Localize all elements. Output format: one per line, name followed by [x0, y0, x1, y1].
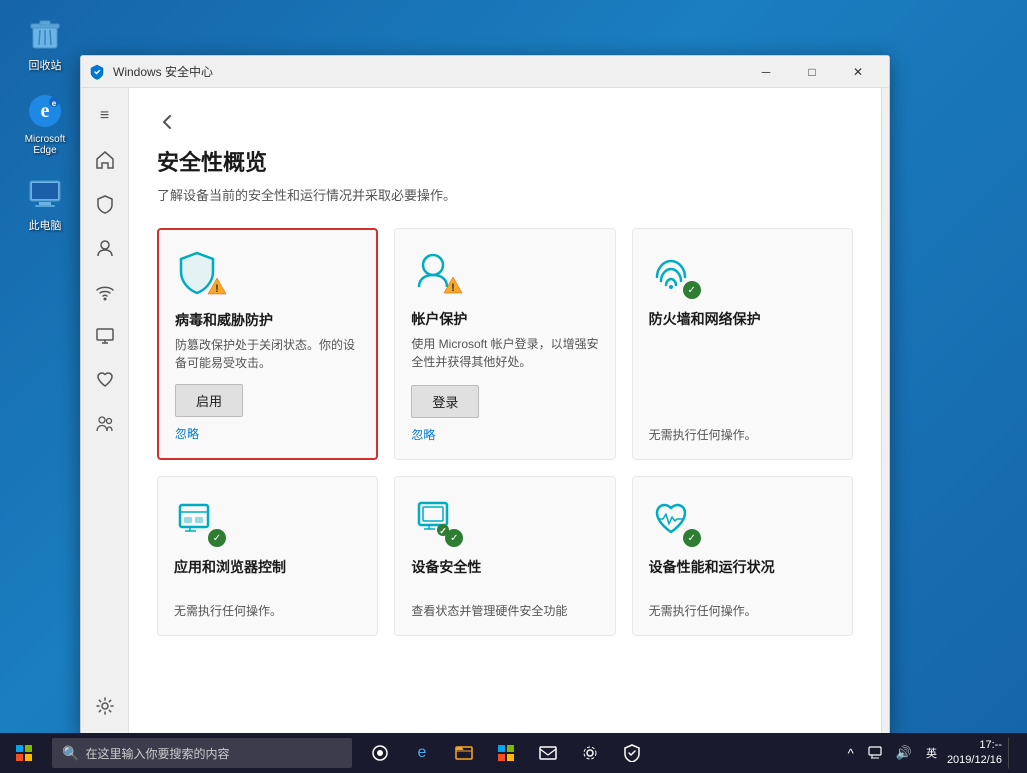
virus-protection-desc: 防篡改保护处于关闭状态。你的设备可能易受攻击。: [175, 336, 360, 372]
device-performance-icon-area: ✓: [649, 497, 697, 545]
svg-text:!: !: [215, 283, 219, 295]
firewall-status: 无需执行任何操作。: [649, 418, 836, 443]
device-performance-status: 无需执行任何操作。: [649, 594, 836, 619]
tray-clock: 17:-- 2019/12/16: [947, 738, 1002, 769]
app-browser-icon-area: ✓: [174, 497, 222, 545]
tray-language[interactable]: 英: [922, 743, 941, 763]
account-protection-card: ! 帐户保护 使用 Microsoft 帐户登录，以增强安全性并获得其他好处。 …: [394, 228, 615, 460]
taskbar-explorer-button[interactable]: [444, 733, 484, 773]
svg-text:e: e: [52, 99, 57, 108]
taskbar: 🔍 在这里输入你要搜索的内容 e: [0, 733, 1027, 773]
app-browser-card: ✓ 应用和浏览器控制 无需执行任何操作。: [157, 476, 378, 636]
account-warning-badge: !: [443, 276, 463, 299]
window-scrollbar[interactable]: [881, 88, 889, 734]
firewall-icon-area: ✓: [649, 249, 697, 297]
search-icon: 🔍: [62, 745, 79, 762]
taskbar-tray: ^ 🔊 英 17:-- 2019/12/16: [844, 737, 1027, 769]
page-title: 安全性概览: [157, 145, 853, 177]
enable-button[interactable]: 启用: [175, 384, 243, 417]
desktop: 回收站 e e MicrosoftEdge: [0, 0, 1027, 773]
computer-label: 此电脑: [29, 217, 62, 233]
app-browser-ok-badge: ✓: [208, 529, 226, 547]
tray-network[interactable]: [864, 744, 886, 762]
edge-icon[interactable]: e e MicrosoftEdge: [10, 87, 80, 160]
device-security-ok-badge: ✓: [445, 529, 463, 547]
account-protection-icon-area: !: [411, 249, 459, 297]
page-subtitle: 了解设备当前的安全性和运行情况并采取必要操作。: [157, 185, 853, 204]
cards-grid: ! 病毒和威胁防护 防篡改保护处于关闭状态。你的设备可能易受攻击。 启用 忽略: [157, 228, 853, 636]
taskbar-settings-button[interactable]: [570, 733, 610, 773]
security-center-window: Windows 安全中心 ─ □ ✕ ≡: [80, 55, 890, 735]
app-browser-status: 无需执行任何操作。: [174, 594, 361, 619]
menu-icon[interactable]: ≡: [85, 96, 125, 136]
account-protection-desc: 使用 Microsoft 帐户登录，以增强安全性并获得其他好处。: [411, 335, 598, 373]
svg-text:e: e: [41, 100, 50, 122]
virus-ignore-link[interactable]: 忽略: [175, 425, 360, 442]
device-performance-title: 设备性能和运行状况: [649, 557, 836, 577]
window-controls: ─ □ ✕: [743, 56, 881, 88]
recycle-bin-label: 回收站: [29, 57, 62, 73]
window-body: ≡: [81, 88, 889, 734]
heart-nav-icon[interactable]: [85, 360, 125, 400]
firewall-title: 防火墙和网络保护: [649, 309, 836, 329]
taskbar-edge-button[interactable]: e: [402, 733, 442, 773]
window-title: Windows 安全中心: [113, 63, 743, 80]
taskbar-mail-button[interactable]: [528, 733, 568, 773]
maximize-button[interactable]: □: [789, 56, 835, 88]
device-performance-ok-badge: ✓: [683, 529, 701, 547]
firewall-card: ✓ 防火墙和网络保护 无需执行任何操作。: [632, 228, 853, 460]
taskbar-apps: e: [360, 733, 652, 773]
home-nav-icon[interactable]: [85, 140, 125, 180]
virus-protection-icon-area: !: [175, 250, 223, 298]
my-computer-icon[interactable]: 此电脑: [10, 170, 80, 237]
firewall-ok-badge: ✓: [683, 281, 701, 299]
tray-clock-area[interactable]: 17:-- 2019/12/16: [947, 738, 1002, 769]
task-view-button[interactable]: [360, 733, 400, 773]
device-security-icon-area: ✓ ✓: [411, 497, 459, 545]
account-protection-title: 帐户保护: [411, 309, 598, 329]
minimize-button[interactable]: ─: [743, 56, 789, 88]
start-button[interactable]: [0, 733, 48, 773]
family-nav-icon[interactable]: [85, 404, 125, 444]
settings-icon[interactable]: [85, 686, 125, 726]
edge-label: MicrosoftEdge: [25, 134, 66, 156]
taskbar-store-button[interactable]: [486, 733, 526, 773]
window-titlebar: Windows 安全中心 ─ □ ✕: [81, 56, 889, 88]
login-button[interactable]: 登录: [411, 385, 479, 418]
warning-badge: !: [207, 277, 227, 300]
device-security-card: ✓ ✓ 设备安全性 查看状态并管理硬件安全功能: [394, 476, 615, 636]
desktop-icons-area: 回收站 e e MicrosoftEdge: [10, 10, 80, 237]
taskbar-search-box[interactable]: 🔍 在这里输入你要搜索的内容: [52, 738, 352, 768]
shield-nav-icon[interactable]: [85, 184, 125, 224]
recycle-bin-icon[interactable]: 回收站: [10, 10, 80, 77]
search-placeholder: 在这里输入你要搜索的内容: [85, 745, 229, 762]
taskbar-defender-button[interactable]: [612, 733, 652, 773]
close-button[interactable]: ✕: [835, 56, 881, 88]
show-desktop-button[interactable]: [1008, 737, 1019, 769]
svg-text:!: !: [451, 282, 455, 294]
window-sidebar: ≡: [81, 88, 129, 734]
wifi-nav-icon[interactable]: [85, 272, 125, 312]
person-nav-icon[interactable]: [85, 228, 125, 268]
device-performance-card: ✓ 设备性能和运行状况 无需执行任何操作。: [632, 476, 853, 636]
main-content: 安全性概览 了解设备当前的安全性和运行情况并采取必要操作。: [129, 88, 881, 734]
tray-show-hidden[interactable]: ^: [844, 744, 858, 763]
account-ignore-link[interactable]: 忽略: [411, 426, 598, 443]
virus-protection-card: ! 病毒和威胁防护 防篡改保护处于关闭状态。你的设备可能易受攻击。 启用 忽略: [157, 228, 378, 460]
device-security-title: 设备安全性: [411, 557, 598, 577]
app-browser-title: 应用和浏览器控制: [174, 557, 361, 577]
device-security-status: 查看状态并管理硬件安全功能: [411, 594, 598, 619]
back-button[interactable]: [157, 112, 853, 137]
virus-protection-title: 病毒和威胁防护: [175, 310, 360, 330]
tray-volume[interactable]: 🔊: [892, 743, 916, 763]
monitor-nav-icon[interactable]: [85, 316, 125, 356]
